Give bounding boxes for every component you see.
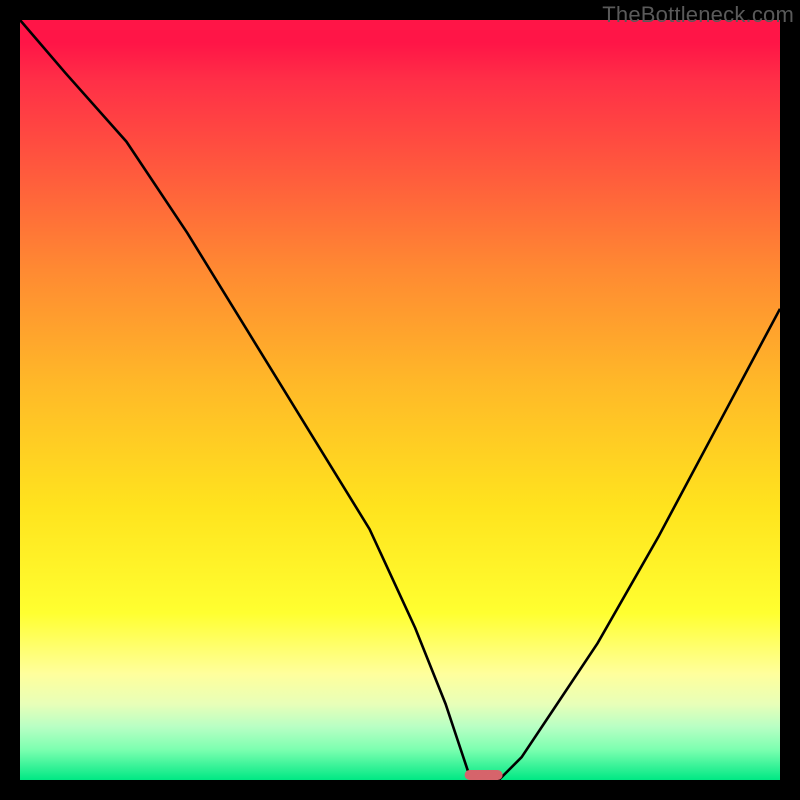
chart-frame: TheBottleneck.com <box>0 0 800 800</box>
curve-path <box>20 20 780 780</box>
ideal-zone-marker <box>465 770 503 780</box>
bottleneck-curve <box>20 20 780 780</box>
